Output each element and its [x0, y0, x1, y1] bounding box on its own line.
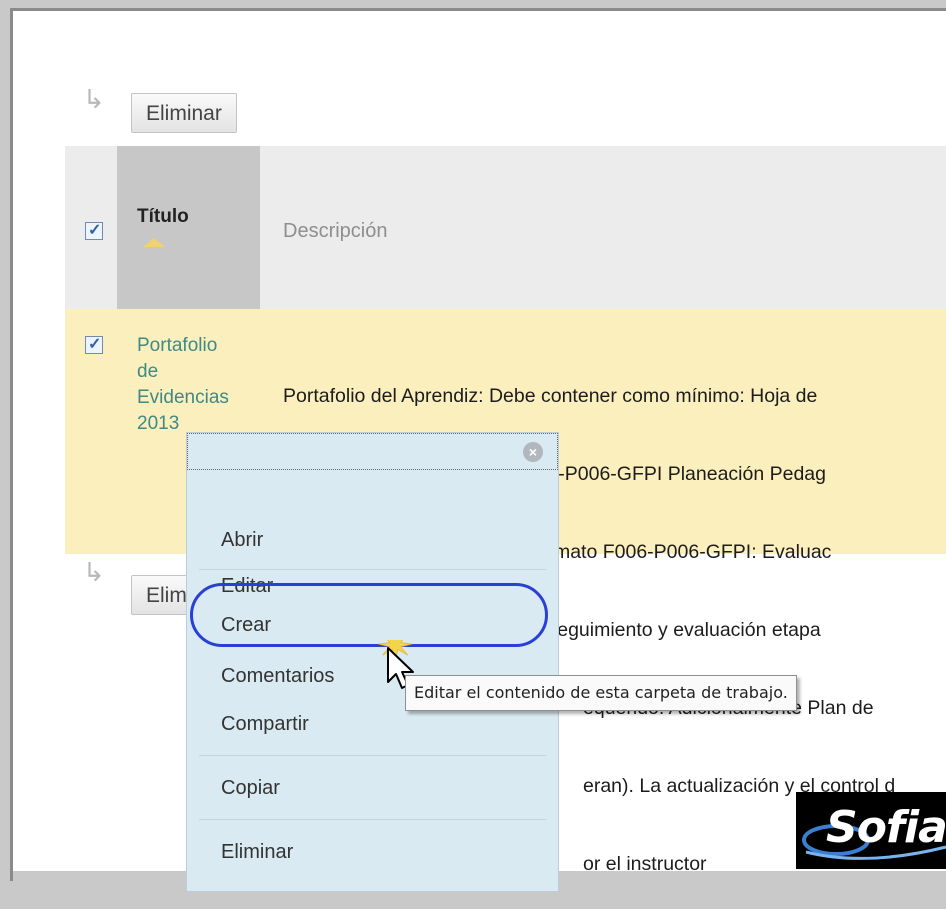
- bulk-action-arrow-icon-bottom: ↳: [83, 557, 105, 587]
- context-menu-header: ×: [187, 433, 558, 470]
- crear-focus-highlight: [190, 583, 548, 647]
- sofia-logo: Sofia: [796, 792, 946, 869]
- select-all-checkbox[interactable]: [85, 220, 103, 240]
- item-title-line: de: [137, 361, 159, 382]
- logo-text: Sofia: [826, 802, 946, 853]
- delete-button-top[interactable]: Eliminar: [131, 93, 237, 133]
- context-menu: × Abrir Editar Crear Comentarios Compart…: [186, 432, 559, 892]
- item-title-line: Portafolio: [137, 335, 218, 356]
- title-column-label[interactable]: Título: [137, 206, 189, 228]
- tooltip: Editar el contenido de esta carpeta de t…: [405, 675, 797, 711]
- close-icon[interactable]: ×: [523, 442, 543, 462]
- sort-ascending-icon[interactable]: [143, 238, 165, 247]
- bulk-action-arrow-icon: ↳: [83, 84, 105, 114]
- item-title-line: Evidencias: [137, 387, 229, 408]
- description-line: Portafolio del Aprendiz: Debe contener c…: [283, 385, 818, 407]
- menu-item-eliminar[interactable]: Eliminar: [221, 841, 293, 864]
- menu-item-compartir[interactable]: Compartir: [221, 713, 309, 736]
- menu-separator: [199, 755, 546, 756]
- menu-item-abrir[interactable]: Abrir: [221, 529, 263, 552]
- menu-separator: [199, 569, 546, 570]
- menu-item-copiar[interactable]: Copiar: [221, 777, 280, 800]
- description-column-label: Descripción: [283, 220, 388, 242]
- row-checkbox[interactable]: [85, 334, 103, 354]
- table-header-row: Título Descripción: [65, 146, 946, 309]
- menu-separator: [199, 819, 546, 820]
- menu-item-comentarios[interactable]: Comentarios: [221, 665, 334, 688]
- item-title-link[interactable]: Portafolio de Evidencias 2013: [137, 333, 247, 437]
